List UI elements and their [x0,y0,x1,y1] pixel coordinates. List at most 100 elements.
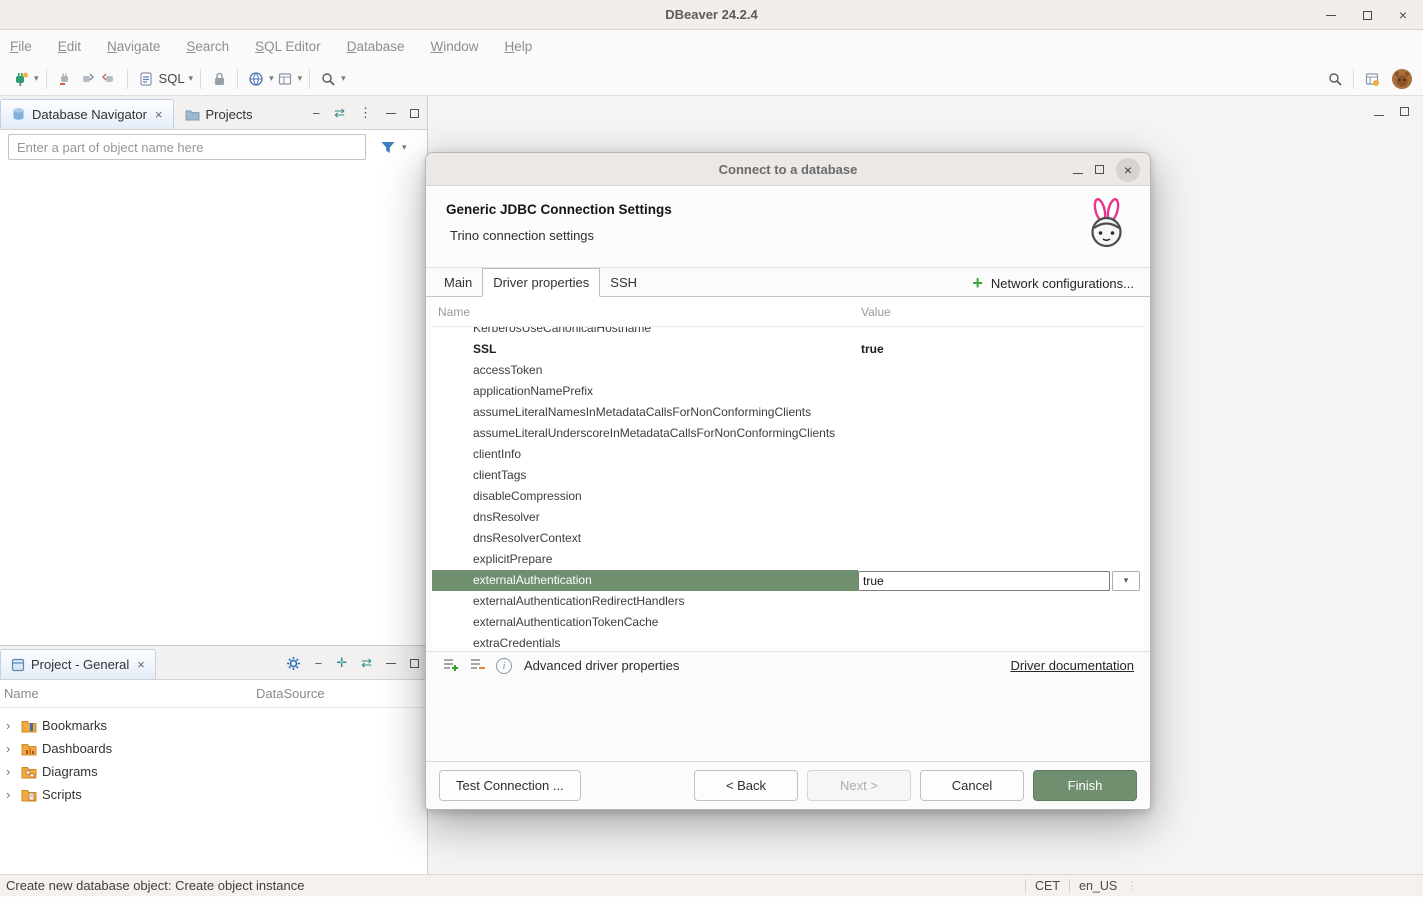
property-value-input[interactable] [858,571,1110,591]
column-name[interactable]: Name [0,686,256,701]
layout-panel-icon[interactable] [274,67,296,91]
property-row[interactable]: externalAuthenticationTokenCache [432,612,1144,633]
chevron-right-icon[interactable]: › [6,764,16,779]
dialog-close-button[interactable]: × [1116,158,1140,182]
panel-maximize-icon[interactable] [410,659,419,668]
sql-editor-icon[interactable] [135,67,157,91]
view-menu-icon[interactable]: ⋮ [359,105,372,121]
user-avatar[interactable] [1391,67,1413,91]
lock-icon[interactable] [208,67,230,91]
link-with-editor-icon[interactable]: ⇄ [334,105,345,121]
property-row[interactable]: applicationNamePrefix [432,381,1144,402]
link-with-editor-icon[interactable]: ⇄ [361,655,372,671]
props-column-name[interactable]: Name [432,305,858,319]
quick-search-icon[interactable] [1324,67,1346,91]
property-row[interactable]: clientTags [432,465,1144,486]
property-row[interactable]: KerberosUseCanonicalHostname [432,327,1144,339]
cancel-button[interactable]: Cancel [920,770,1024,801]
add-property-icon[interactable] [442,657,459,675]
tab-main[interactable]: Main [434,268,482,297]
layout-panel-chevron-icon[interactable]: ▾ [298,73,303,84]
window-minimize-button[interactable] [1319,3,1343,27]
back-button[interactable]: < Back [694,770,798,801]
column-datasource[interactable]: DataSource [256,686,325,701]
panel-minimize-icon[interactable] [386,113,396,114]
menu-database[interactable]: Database [347,39,405,54]
menu-file[interactable]: File [10,39,32,54]
rollback-icon[interactable] [98,67,120,91]
dialog-minimize-button[interactable] [1073,162,1083,177]
commit-icon[interactable] [76,67,98,91]
property-value [858,528,1144,549]
menu-window[interactable]: Window [430,39,478,54]
property-row[interactable]: assumeLiteralNamesInMetadataCallsForNonC… [432,402,1144,423]
collapse-all-icon[interactable]: − [313,106,321,121]
property-row[interactable]: dnsResolverContext [432,528,1144,549]
tree-item-diagrams[interactable]: ›Diagrams [0,760,427,783]
property-row[interactable]: externalAuthenticationRedirectHandlers [432,591,1144,612]
panel-maximize-icon[interactable] [410,109,419,118]
property-row[interactable]: explicitPrepare [432,549,1144,570]
gear-icon[interactable] [286,656,301,671]
menu-navigate[interactable]: Navigate [107,39,160,54]
tab-database-navigator[interactable]: Database Navigator × [0,99,174,129]
remove-property-icon[interactable] [469,657,486,675]
editor-minimize-icon[interactable] [1374,104,1384,119]
property-row[interactable]: assumeLiteralUnderscoreInMetadataCallsFo… [432,423,1144,444]
timezone-indicator[interactable]: CET [1035,879,1060,893]
tab-projects[interactable]: Projects [174,99,264,129]
tab-close-icon[interactable]: × [137,657,145,672]
object-filter-input[interactable] [8,134,366,160]
tab-ssh[interactable]: SSH [600,268,647,297]
property-row[interactable]: extraCredentials [432,633,1144,651]
menu-edit[interactable]: Edit [58,39,81,54]
globe-icon[interactable] [245,67,267,91]
editor-maximize-icon[interactable] [1400,104,1409,119]
tab-close-icon[interactable]: × [155,107,163,122]
props-column-value[interactable]: Value [858,305,891,319]
property-row[interactable]: accessToken [432,360,1144,381]
property-row[interactable]: disableCompression [432,486,1144,507]
dialog-maximize-button[interactable] [1095,162,1104,177]
sql-editor-chevron-icon[interactable]: ▾ [189,73,194,84]
filter-chevron-icon[interactable]: ▾ [402,142,407,153]
tree-item-dashboards[interactable]: ›Dashboards [0,737,427,760]
finish-button[interactable]: Finish [1033,770,1137,801]
chevron-right-icon[interactable]: › [6,741,16,756]
chevron-right-icon[interactable]: › [6,787,16,802]
panel-minimize-icon[interactable] [386,663,396,664]
search-tool-icon[interactable] [317,67,339,91]
open-connection-icon[interactable] [54,67,76,91]
locale-indicator[interactable]: en_US [1079,879,1117,893]
property-row[interactable]: clientInfo [432,444,1144,465]
tab-project-general[interactable]: Project - General × [0,649,156,679]
menu-sql-editor[interactable]: SQL Editor [255,39,321,54]
props-table[interactable]: KerberosUseCanonicalHostnameSSLtrueacces… [432,327,1144,651]
tab-driver-properties[interactable]: Driver properties [482,268,600,297]
perspective-icon[interactable] [1361,67,1383,91]
new-connection-chevron-icon[interactable]: ▾ [34,73,39,84]
sql-editor-label[interactable]: SQL [159,71,185,86]
tree-item-bookmarks[interactable]: ›Bookmarks [0,714,427,737]
menu-search[interactable]: Search [186,39,229,54]
property-name: dnsResolverContext [432,528,858,549]
navigator-tree[interactable] [0,164,427,545]
property-row[interactable]: externalAuthentication▾ [432,570,1144,591]
filter-funnel-icon[interactable] [380,140,396,155]
menu-help[interactable]: Help [505,39,533,54]
new-connection-icon[interactable] [10,67,32,91]
network-configurations-button[interactable]: + Network configurations... [972,268,1134,298]
collapse-all-icon[interactable]: − [315,656,323,671]
chevron-right-icon[interactable]: › [6,718,16,733]
tree-item-scripts[interactable]: ›Scripts [0,783,427,806]
property-row[interactable]: SSLtrue [432,339,1144,360]
window-close-button[interactable]: × [1391,3,1415,27]
expand-all-icon[interactable]: ✛ [336,655,347,671]
property-row[interactable]: dnsResolver [432,507,1144,528]
test-connection-button[interactable]: Test Connection ... [439,770,581,801]
driver-documentation-link[interactable]: Driver documentation [1010,658,1134,673]
value-dropdown-button[interactable]: ▾ [1112,571,1140,591]
window-maximize-button[interactable] [1355,3,1379,27]
search-tool-chevron-icon[interactable]: ▾ [341,73,346,84]
next-button[interactable]: Next > [807,770,911,801]
